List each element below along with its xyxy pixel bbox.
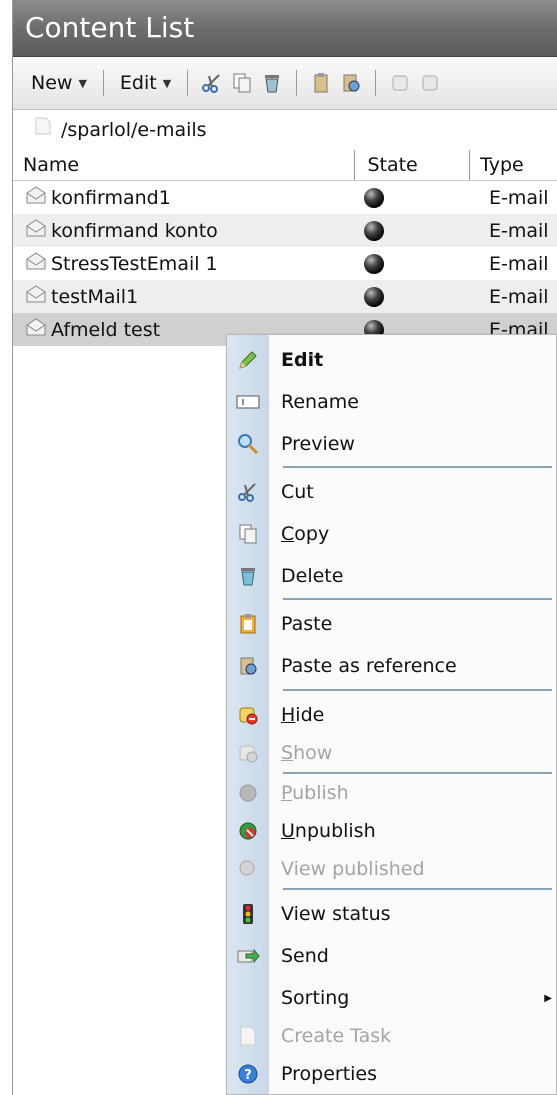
toolbar-separator (187, 70, 189, 96)
email-icon (25, 251, 47, 276)
svg-text:?: ? (244, 1068, 252, 1083)
new-label: New (31, 72, 73, 94)
state-ball-icon (364, 220, 385, 241)
task-icon (227, 1025, 269, 1047)
table-row[interactable]: konfirmand1 E-mail (13, 181, 557, 214)
edit-label: Edit (119, 72, 157, 94)
breadcrumb-path[interactable]: /sparlol/e-mails (61, 108, 207, 152)
rename-icon (227, 395, 269, 409)
state-ball-icon (364, 187, 385, 208)
show-icon[interactable] (418, 71, 442, 95)
info-icon: ? (227, 1063, 269, 1085)
toolbar-separator (375, 70, 377, 96)
view-published-icon (227, 858, 269, 880)
submenu-arrow-icon: ▶ (544, 992, 552, 1004)
column-header-state[interactable]: State (354, 150, 469, 180)
state-ball-icon (364, 253, 385, 274)
edit-menu-button[interactable]: Edit ▼ (116, 72, 175, 94)
row-type: E-mail (488, 186, 549, 209)
hide-icon (227, 704, 269, 726)
column-header-type[interactable]: Type (469, 150, 557, 180)
email-icon (25, 218, 47, 243)
menu-separator (283, 888, 552, 890)
new-menu-button[interactable]: New ▼ (27, 72, 91, 94)
menu-item-show[interactable]: Show (227, 735, 556, 771)
clipboard-icon (227, 613, 269, 635)
row-name: StressTestEmail 1 (51, 252, 218, 275)
menu-item-properties[interactable]: ? Properties (227, 1056, 556, 1092)
menu-separator (283, 772, 552, 774)
show-icon (227, 742, 269, 764)
menu-item-send[interactable]: Send (227, 938, 556, 974)
recycle-bin-icon (227, 565, 269, 587)
unpublish-icon (227, 820, 269, 842)
paste-icon[interactable] (309, 71, 333, 95)
copy-icon (227, 523, 269, 545)
menu-item-preview[interactable]: Preview (227, 426, 556, 462)
row-type: E-mail (488, 219, 549, 242)
send-icon (227, 945, 269, 967)
dropdown-arrow-icon: ▼ (162, 76, 172, 90)
context-menu: Edit Rename Preview Cut Copy Delete Past… (226, 334, 557, 1095)
table-row[interactable]: StressTestEmail 1 E-mail (13, 247, 557, 280)
folder-icon (33, 108, 55, 152)
menu-item-unpublish[interactable]: Unpublish (227, 813, 556, 849)
menu-item-rename[interactable]: Rename (227, 384, 556, 420)
menu-item-sorting[interactable]: Sorting ▶ (227, 980, 556, 1016)
menu-item-delete[interactable]: Delete (227, 558, 556, 594)
menu-item-view-status[interactable]: View status (227, 896, 556, 932)
menu-item-paste[interactable]: Paste (227, 606, 556, 642)
column-header-name[interactable]: Name (13, 150, 354, 180)
scissors-icon (227, 481, 269, 503)
dropdown-arrow-icon: ▼ (78, 76, 87, 90)
table-row[interactable]: testMail1 E-mail (13, 280, 557, 313)
row-name: konfirmand konto (51, 219, 218, 242)
row-name: testMail1 (51, 285, 139, 308)
table-header: Name State Type (13, 150, 557, 181)
row-type: E-mail (488, 252, 549, 275)
cut-icon[interactable] (200, 71, 224, 95)
row-name: Afmeld test (51, 318, 161, 341)
traffic-light-icon (227, 903, 269, 925)
content-table: konfirmand1 E-mail konfirmand konto E-ma… (13, 181, 557, 346)
menu-item-publish[interactable]: Publish (227, 775, 556, 811)
delete-icon[interactable] (260, 71, 284, 95)
email-icon (25, 185, 47, 210)
breadcrumb: /sparlol/e-mails (13, 110, 557, 150)
menu-separator (283, 466, 552, 468)
menu-item-copy[interactable]: Copy (227, 516, 556, 552)
paste-reference-icon[interactable] (339, 71, 363, 95)
pencil-icon (227, 349, 269, 371)
menu-item-cut[interactable]: Cut (227, 474, 556, 510)
table-row[interactable]: konfirmand konto E-mail (13, 214, 557, 247)
toolbar: New ▼ Edit ▼ (13, 57, 557, 110)
email-icon (25, 317, 47, 342)
toolbar-separator (102, 70, 104, 96)
row-type: E-mail (488, 285, 549, 308)
menu-item-paste-as-reference[interactable]: Paste as reference (227, 648, 556, 684)
toolbar-separator (296, 70, 298, 96)
email-icon (25, 284, 47, 309)
window-title: Content List (13, 0, 557, 57)
menu-item-view-published[interactable]: View published (227, 851, 556, 887)
publish-icon (227, 782, 269, 804)
menu-separator (283, 689, 552, 691)
menu-item-edit[interactable]: Edit (227, 342, 556, 378)
menu-item-hide[interactable]: Hide (227, 697, 556, 733)
row-name: konfirmand1 (51, 186, 171, 209)
menu-separator (283, 598, 552, 600)
copy-icon[interactable] (230, 71, 254, 95)
hide-icon[interactable] (388, 71, 412, 95)
menu-item-create-task[interactable]: Create Task (227, 1018, 556, 1054)
paste-reference-icon (227, 655, 269, 677)
state-ball-icon (364, 286, 385, 307)
magnifier-icon (227, 433, 269, 455)
